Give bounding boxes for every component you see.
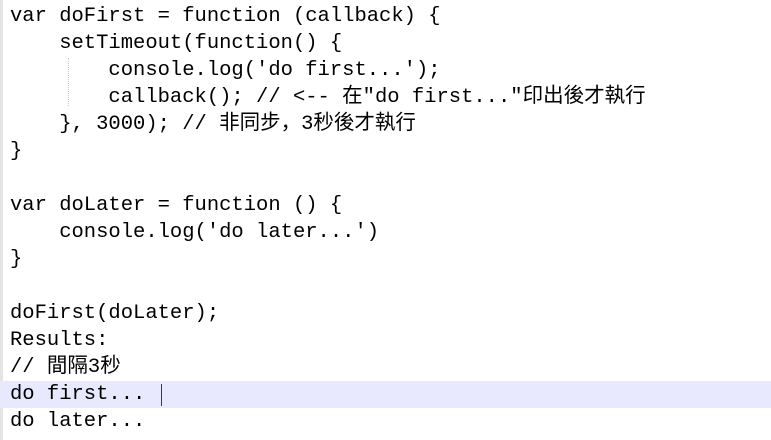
code-line-text: // 間隔3秒 [10,356,121,379]
code-line-text: var doLater = function () { [10,194,343,217]
code-line-text: var doFirst = function (callback) { [10,5,441,28]
code-line-text: Results: [10,329,109,352]
code-line-15-current[interactable]: do first... [0,381,771,408]
code-line-11[interactable] [0,273,771,300]
code-line-2[interactable]: setTimeout(function() { [0,30,771,57]
code-line-10[interactable]: } [0,246,771,273]
code-line-text: console.log('do first...'); [10,59,441,82]
code-line-14[interactable]: // 間隔3秒 [0,354,771,381]
code-line-7[interactable] [0,165,771,192]
code-line-text: do first... [10,383,146,406]
code-editor[interactable]: var doFirst = function (callback) { setT… [0,0,771,440]
code-line-text: }, 3000); // 非同步，3秒後才執行 [10,113,416,136]
text-caret [161,384,162,406]
code-line-8[interactable]: var doLater = function () { [0,192,771,219]
code-line-text: } [10,248,23,271]
code-line-text: setTimeout(function() { [10,32,343,55]
code-line-6[interactable]: } [0,138,771,165]
code-line-text: callback(); // <-- 在"do first..."印出後才執行 [10,86,646,109]
code-line-5[interactable]: }, 3000); // 非同步，3秒後才執行 [0,111,771,138]
code-line-13[interactable]: Results: [0,327,771,354]
code-line-text: do later... [10,410,146,433]
code-line-text: doFirst(doLater); [10,302,220,325]
code-line-9[interactable]: console.log('do later...') [0,219,771,246]
code-line-12[interactable]: doFirst(doLater); [0,300,771,327]
code-line-text: console.log('do later...') [10,221,380,244]
code-line-4[interactable]: callback(); // <-- 在"do first..."印出後才執行 [0,84,771,111]
code-line-16[interactable]: do later... [0,408,771,435]
code-line-1[interactable]: var doFirst = function (callback) { [0,3,771,30]
code-line-text: } [10,140,23,163]
code-line-3[interactable]: console.log('do first...'); [0,57,771,84]
